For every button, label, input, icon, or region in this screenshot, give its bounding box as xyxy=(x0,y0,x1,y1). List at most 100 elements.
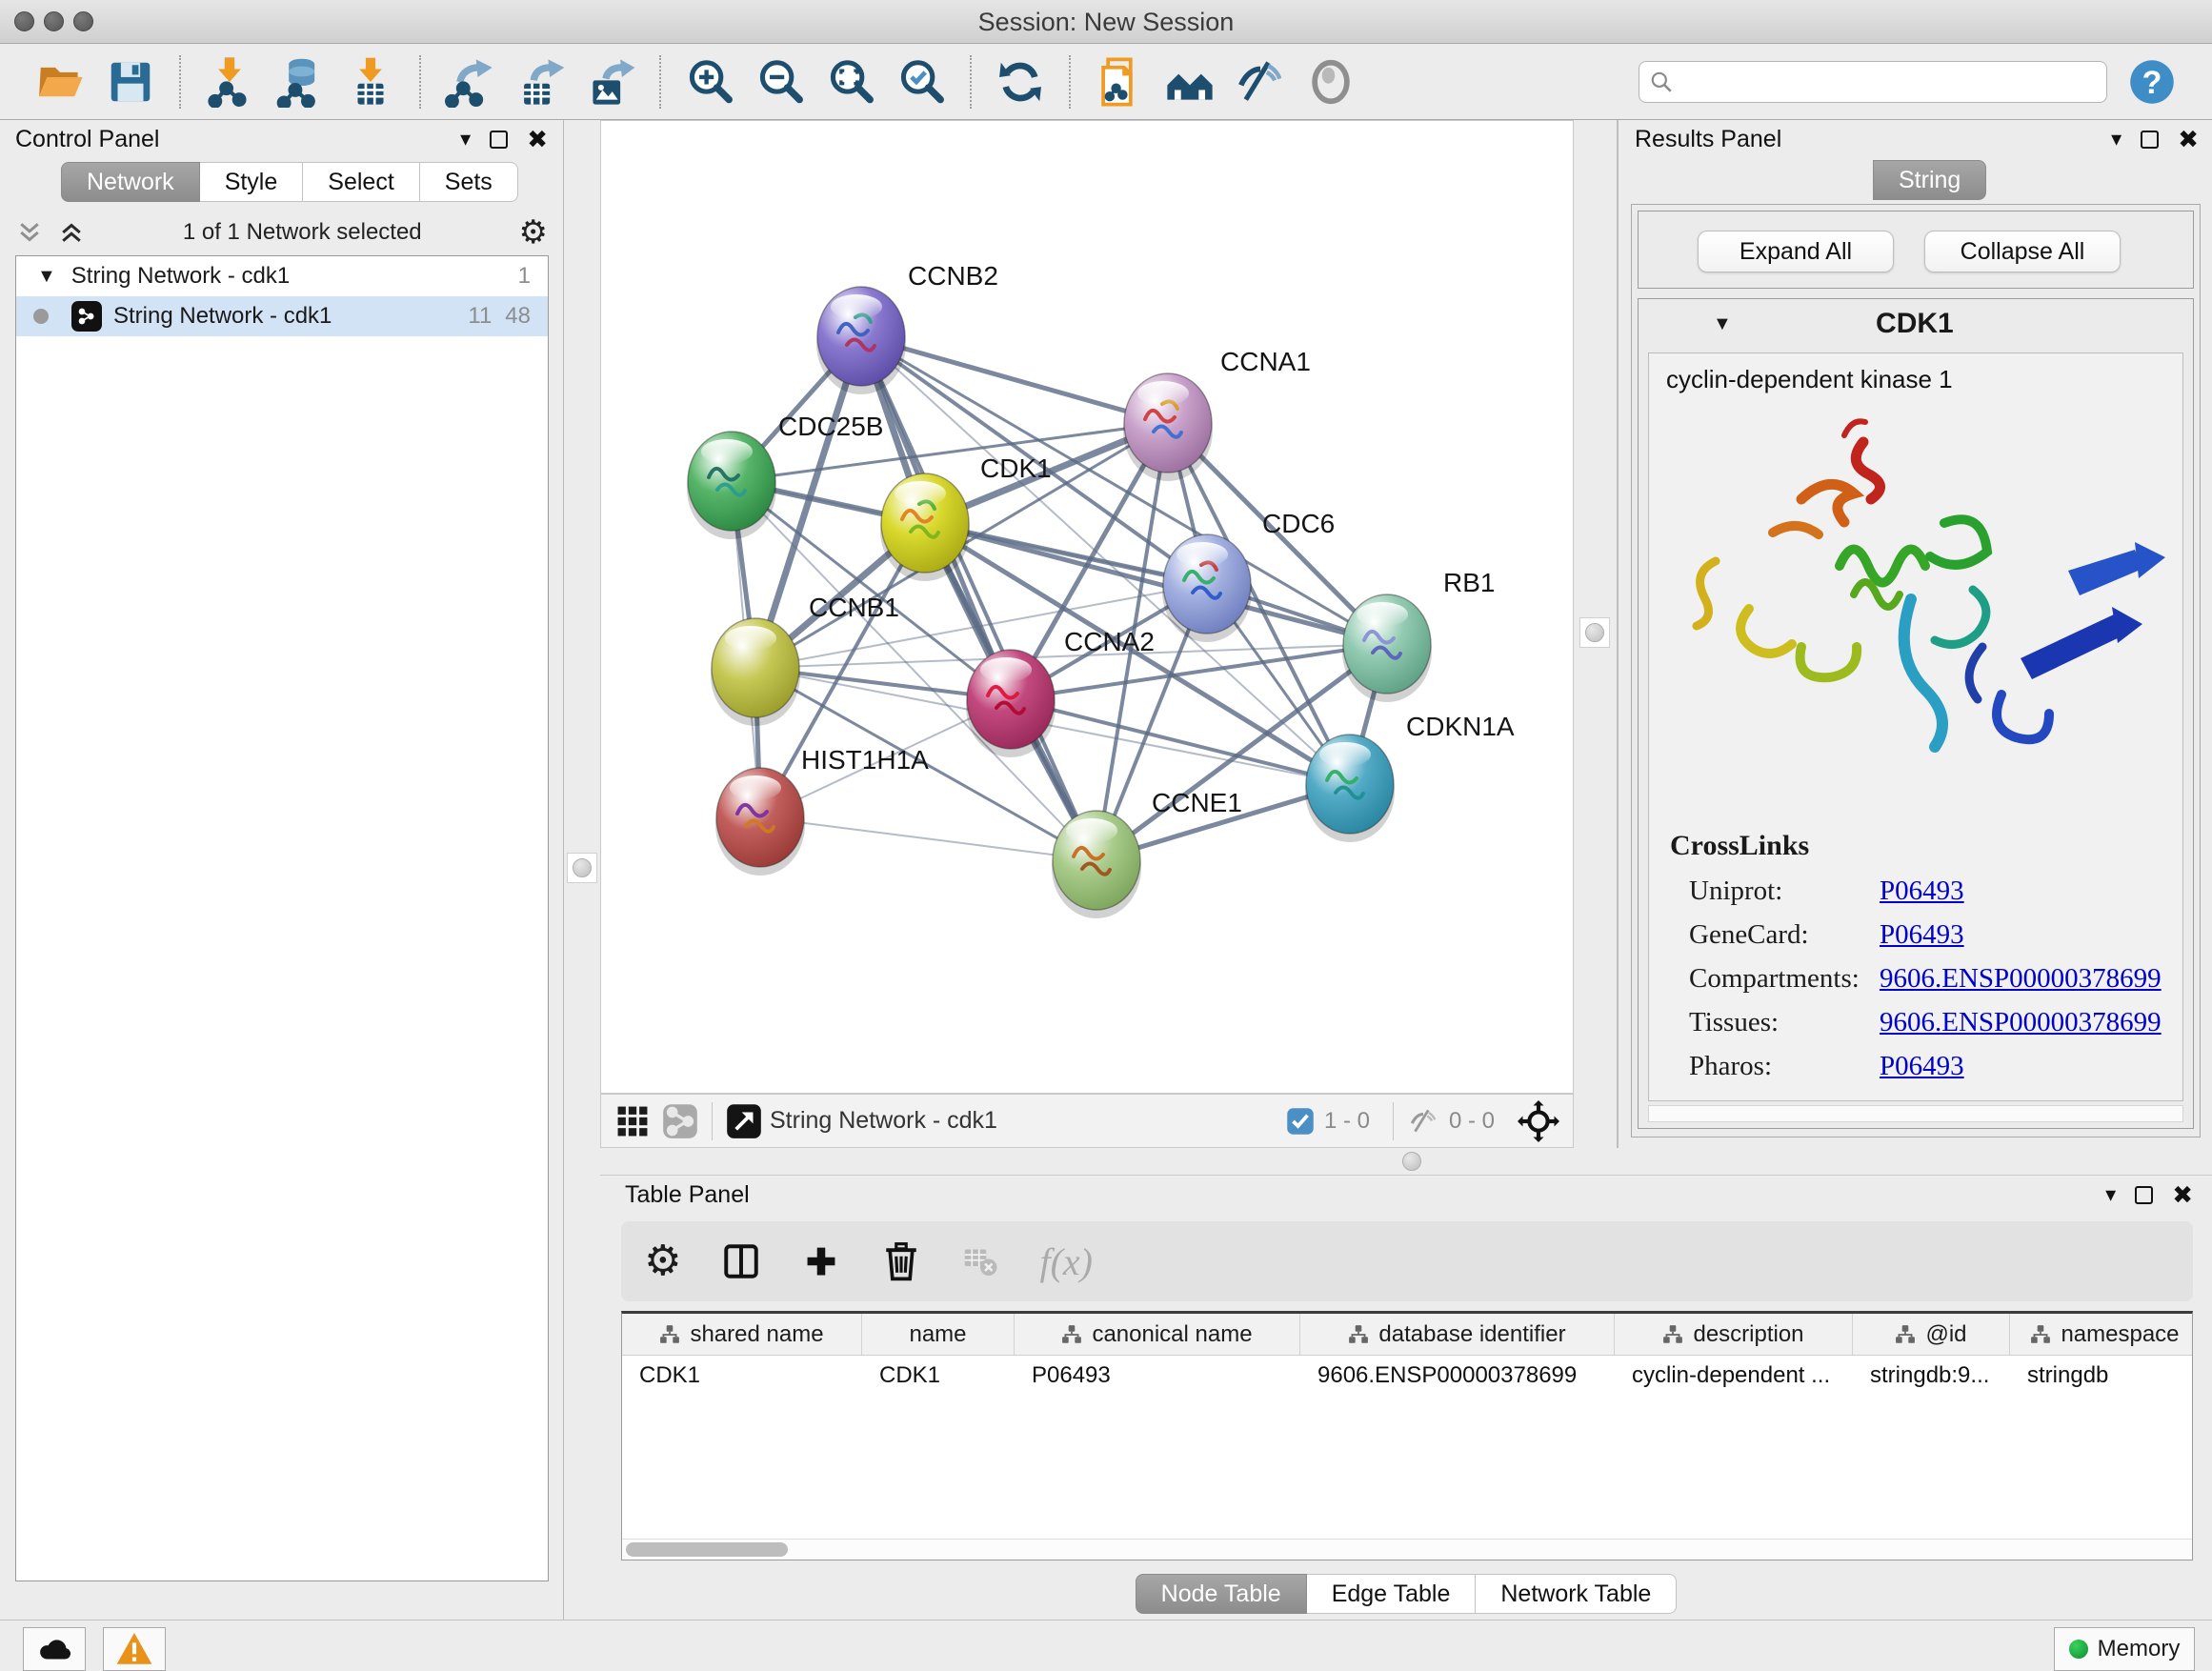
search-field[interactable] xyxy=(1639,61,2107,103)
open-session-icon[interactable] xyxy=(32,54,88,110)
protein-details-scrollbar[interactable] xyxy=(1648,1105,2183,1122)
table-cell[interactable]: cyclin-dependent ... xyxy=(1615,1356,1853,1396)
table-cell[interactable]: CDK1 xyxy=(862,1356,1015,1396)
scrollbar-thumb[interactable] xyxy=(626,1542,788,1557)
panel-menu-icon[interactable]: ▾ xyxy=(2111,129,2122,150)
table-cell[interactable]: stringdb:9... xyxy=(1853,1356,2010,1396)
column-header[interactable]: canonical name xyxy=(1015,1314,1300,1355)
hidden-eye-icon[interactable] xyxy=(1407,1105,1439,1137)
import-table-icon[interactable] xyxy=(343,54,398,110)
network-node[interactable] xyxy=(1342,594,1432,702)
table-row[interactable]: CDK1CDK1P064939606.ENSP00000378699cyclin… xyxy=(622,1356,2192,1396)
hide-panel-eye-icon[interactable] xyxy=(1233,54,1288,110)
close-panel-icon[interactable]: ✖ xyxy=(527,127,548,151)
table-cell[interactable]: P06493 xyxy=(1015,1356,1300,1396)
refresh-view-icon[interactable] xyxy=(993,54,1048,110)
right-splitter-handle[interactable] xyxy=(1579,617,1610,648)
network-share-icon[interactable] xyxy=(662,1103,698,1139)
collection-expander-icon[interactable]: ▼ xyxy=(37,266,56,288)
panel-menu-icon[interactable]: ▾ xyxy=(460,129,471,150)
table-cell[interactable]: 9606.ENSP00000378699 xyxy=(1300,1356,1615,1396)
show-columns-icon[interactable] xyxy=(721,1241,761,1281)
tab-node-table[interactable]: Node Table xyxy=(1136,1574,1307,1614)
panel-menu-icon[interactable]: ▾ xyxy=(2105,1184,2116,1205)
share-document-icon[interactable] xyxy=(1092,54,1147,110)
home-icon[interactable] xyxy=(1162,54,1217,110)
bottom-splitter[interactable] xyxy=(600,1148,2212,1175)
column-header[interactable]: description xyxy=(1615,1314,1853,1355)
cloud-button[interactable] xyxy=(23,1627,86,1671)
zoom-in-icon[interactable] xyxy=(682,54,737,110)
close-panel-icon[interactable]: ✖ xyxy=(2172,1182,2193,1207)
add-column-icon[interactable] xyxy=(801,1241,841,1281)
network-node[interactable] xyxy=(816,287,906,394)
network-node[interactable] xyxy=(1123,373,1213,481)
tab-sets[interactable]: Sets xyxy=(420,162,518,202)
import-database-icon[interactable] xyxy=(272,54,328,110)
network-node[interactable] xyxy=(687,432,776,539)
collapse-all-button[interactable]: Collapse All xyxy=(1924,231,2121,272)
right-splitter[interactable] xyxy=(1575,120,1619,1148)
fit-selected-crosshair-icon[interactable] xyxy=(1518,1100,1559,1142)
table-cell[interactable]: stringdb xyxy=(2010,1356,2193,1396)
protein-section-header[interactable]: ▼ CDK1 xyxy=(1639,299,2193,349)
tab-string[interactable]: String xyxy=(1873,160,1986,200)
memory-button[interactable]: Memory xyxy=(2054,1627,2195,1671)
column-header[interactable]: @id xyxy=(1853,1314,2010,1355)
network-edge[interactable] xyxy=(925,523,1387,644)
warnings-button[interactable] xyxy=(103,1627,166,1671)
column-header[interactable]: database identifier xyxy=(1300,1314,1615,1355)
zoom-out-icon[interactable] xyxy=(753,54,808,110)
export-image-icon[interactable] xyxy=(583,54,638,110)
network-collection-row[interactable]: ▼ String Network - cdk1 1 xyxy=(16,256,548,296)
delete-column-trash-icon[interactable] xyxy=(881,1241,921,1281)
network-row[interactable]: String Network - cdk1 11 48 xyxy=(16,296,548,336)
network-node[interactable] xyxy=(966,650,1056,757)
network-canvas[interactable]: CCNB2CCNA1CDC25BCDK1CDC6RB1CCNB1CCNA2CDK… xyxy=(600,120,1574,1094)
preview-eye-icon[interactable] xyxy=(1303,54,1358,110)
tab-style[interactable]: Style xyxy=(200,162,304,202)
collapse-all-icon[interactable] xyxy=(15,218,44,247)
network-node[interactable] xyxy=(711,618,800,726)
network-node[interactable] xyxy=(880,473,970,581)
expand-all-button[interactable]: Expand All xyxy=(1698,231,1894,272)
left-splitter[interactable] xyxy=(565,120,600,1620)
bottom-splitter-handle[interactable] xyxy=(1402,1152,1421,1171)
network-node[interactable] xyxy=(1305,735,1395,842)
crosslink-link[interactable]: P06493 xyxy=(1880,1051,1964,1082)
table-cell[interactable]: CDK1 xyxy=(622,1356,862,1396)
network-node[interactable] xyxy=(715,768,805,876)
crosslink-link[interactable]: P06493 xyxy=(1880,919,1964,951)
expand-all-icon[interactable] xyxy=(57,218,86,247)
tab-network-table[interactable]: Network Table xyxy=(1476,1574,1677,1614)
float-panel-icon[interactable] xyxy=(490,131,508,149)
network-options-gear-icon[interactable]: ⚙ xyxy=(519,213,548,252)
zoom-selected-icon[interactable] xyxy=(894,54,949,110)
crosslink-link[interactable]: P06493 xyxy=(1880,876,1964,907)
column-header[interactable]: name xyxy=(862,1314,1015,1355)
import-network-icon[interactable] xyxy=(202,54,257,110)
tab-network[interactable]: Network xyxy=(61,162,200,202)
grid-view-icon[interactable] xyxy=(614,1103,651,1139)
birds-eye-view-icon[interactable] xyxy=(726,1103,762,1139)
left-splitter-handle[interactable] xyxy=(567,853,597,883)
export-network-icon[interactable] xyxy=(442,54,497,110)
crosslink-link[interactable]: 9606.ENSP00000378699 xyxy=(1880,963,2162,995)
table-settings-gear-icon[interactable]: ⚙ xyxy=(644,1240,681,1282)
column-header[interactable]: shared name xyxy=(622,1314,862,1355)
column-header[interactable]: namespace xyxy=(2010,1314,2193,1355)
zoom-fit-icon[interactable] xyxy=(823,54,878,110)
crosslink-link[interactable]: 9606.ENSP00000378699 xyxy=(1880,1007,2162,1038)
float-panel-icon[interactable] xyxy=(2135,1186,2153,1204)
network-edge[interactable] xyxy=(760,817,1096,860)
export-table-icon[interactable] xyxy=(513,54,568,110)
save-session-icon[interactable] xyxy=(103,54,158,110)
section-expander-icon[interactable]: ▼ xyxy=(1713,313,1732,335)
network-node[interactable] xyxy=(1052,811,1141,918)
close-panel-icon[interactable]: ✖ xyxy=(2178,127,2199,151)
network-node[interactable] xyxy=(1162,534,1252,642)
tab-edge-table[interactable]: Edge Table xyxy=(1307,1574,1477,1614)
selected-checkbox-icon[interactable] xyxy=(1286,1107,1315,1136)
tab-select[interactable]: Select xyxy=(303,162,419,202)
float-panel-icon[interactable] xyxy=(2141,131,2159,149)
